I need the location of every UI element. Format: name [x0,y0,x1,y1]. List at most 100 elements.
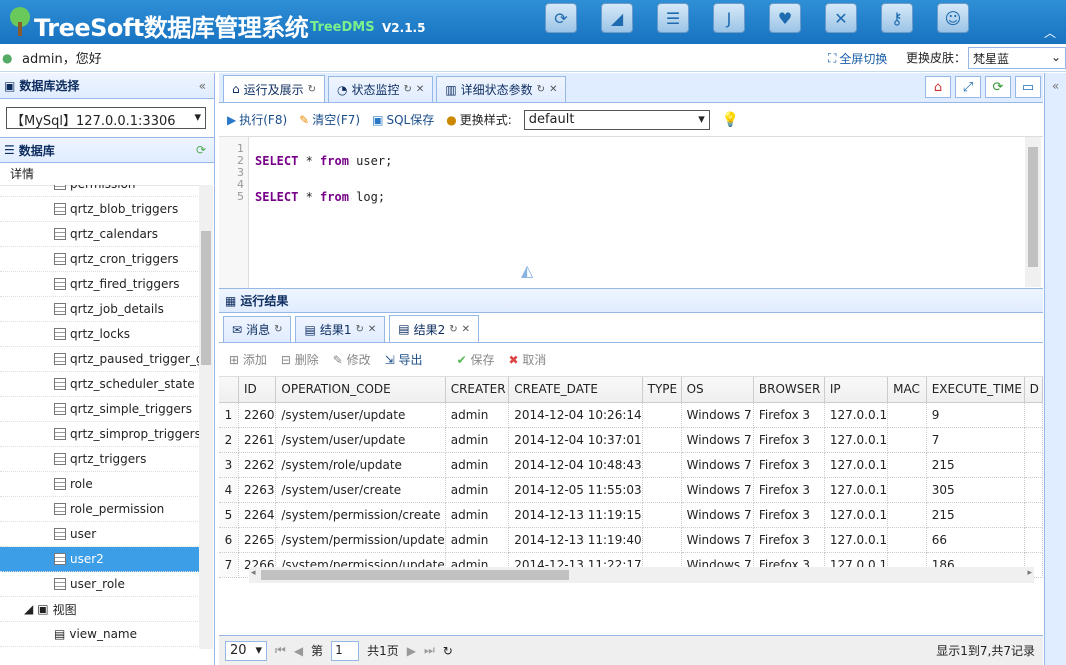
add-button[interactable]: ⊞ 添加 [229,351,267,368]
grid-scroll-thumb[interactable] [261,570,569,580]
tree-item-table[interactable]: qrtz_triggers [0,447,200,472]
table-cell[interactable]: 127.0.0.1 [824,477,889,503]
column-header[interactable]: BROWSER [753,377,825,403]
table-cell[interactable]: Windows 7 [681,402,754,428]
table-cell[interactable] [887,527,927,553]
column-header[interactable]: CREATER [445,377,510,403]
run-button[interactable]: ▶ 执行(F8) [227,111,287,128]
refresh-tree-icon[interactable]: ⟳ [196,143,206,157]
cancel-button[interactable]: ✖ 取消 [508,351,546,368]
first-page-icon[interactable]: ⏮ [275,643,286,658]
tree-item-table[interactable]: qrtz_blob_triggers [0,197,200,222]
save-sql-button[interactable]: ▣ SQL保存 [372,111,434,128]
tree-item-table[interactable]: qrtz_simprop_triggers [0,422,200,447]
close-icon[interactable]: ✕ [416,84,424,95]
table-cell[interactable] [1024,527,1043,553]
table-cell[interactable] [887,477,927,503]
table-cell[interactable]: Firefox 3 [753,477,825,503]
table-cell[interactable] [642,502,682,528]
detail-link[interactable]: 详情 [0,162,215,186]
tree-item-table[interactable]: role_permission [0,497,200,522]
table-cell[interactable] [887,427,927,453]
table-cell[interactable]: Firefox 3 [753,527,825,553]
tree-item-table[interactable]: user [0,522,200,547]
collapse-header-icon[interactable]: ︿ [1044,24,1056,41]
refresh-tab-icon[interactable]: ↻ [308,84,316,95]
table-cell[interactable]: Windows 7 [681,527,754,553]
tree-item-view[interactable]: ▤ view_name [0,622,200,647]
table-cell[interactable] [642,402,682,428]
table-cell[interactable]: 2014-12-04 10:26:14 [508,402,643,428]
page-input[interactable]: 1 [331,640,360,661]
table-cell[interactable]: Windows 7 [681,427,754,453]
table-cell[interactable]: /system/permission/update [275,527,446,553]
close-icon[interactable]: ✕ [549,84,557,95]
table-cell[interactable]: 66 [926,527,1025,553]
table-cell[interactable]: Windows 7 [681,502,754,528]
table-cell[interactable] [1024,502,1043,528]
save-button[interactable]: ✔ 保存 [457,351,495,368]
table-row[interactable]: 3 2262/system/role/update admin 2014-12-04 … [219,452,1043,478]
table-cell[interactable]: 2265 [238,527,277,553]
tree-folder-views[interactable]: ◢ ▣ 视图 [0,597,200,622]
table-cell[interactable]: 127.0.0.1 [824,452,889,478]
skin-select[interactable]: 梵星蓝 ⌄ [968,47,1066,69]
refresh-icon[interactable]: ⟳ [545,3,577,33]
collapse-left-icon[interactable]: « [199,79,206,93]
refresh-tab-icon[interactable]: ↻ [355,324,363,335]
last-page-icon[interactable]: ⏭ [424,643,435,658]
table-cell[interactable]: /system/permission/create [275,502,446,528]
table-cell[interactable]: 7 [926,427,1025,453]
table-cell[interactable]: Firefox 3 [753,402,825,428]
maximize-icon[interactable]: ⤢ [955,76,981,98]
tab-params[interactable]: ▥ 详细状态参数 ↻ ✕ [436,76,567,102]
table-cell[interactable] [1024,477,1043,503]
table-cell[interactable]: 9 [926,402,1025,428]
table-cell[interactable] [1024,402,1043,428]
tab-run[interactable]: ⌂ 运行及展示 ↻ [223,75,326,102]
table-cell[interactable]: 3 [219,452,239,478]
tree-item-table[interactable]: qrtz_locks [0,322,200,347]
refresh-tab-icon[interactable]: ↻ [537,84,545,95]
tree-item-table[interactable]: qrtz_cron_triggers [0,247,200,272]
table-cell[interactable]: 2264 [238,502,277,528]
table-cell[interactable]: admin [445,527,510,553]
reload-icon[interactable]: ↻ [443,644,453,658]
table-cell[interactable]: /system/user/create [275,477,446,503]
tree-item-table[interactable]: user_role [0,572,200,597]
column-header[interactable]: MAC [887,377,927,403]
table-cell[interactable]: 6 [219,527,239,553]
tree-item-table[interactable]: qrtz_fired_triggers [0,272,200,297]
table-cell[interactable] [642,477,682,503]
table-cell[interactable]: admin [445,427,510,453]
close-icon[interactable]: ✕ [462,324,470,335]
table-cell[interactable]: /system/user/update [275,427,446,453]
table-cell[interactable]: 215 [926,502,1025,528]
table-cell[interactable]: 2260 [238,402,277,428]
tools-icon[interactable]: ✕ [825,3,857,33]
table-cell[interactable]: /system/role/update [275,452,446,478]
table-cell[interactable] [887,402,927,428]
db-connection-select[interactable]: 【MySql】127.0.0.1:3306 ▾ [6,107,206,129]
table-row[interactable]: 1 2260/system/user/update admin 2014-12-04 … [219,402,1043,428]
table-cell[interactable]: 2014-12-04 10:37:01 [508,427,643,453]
table-cell[interactable]: 4 [219,477,239,503]
grid-h-scrollbar[interactable]: ◂ ▸ [249,567,1034,583]
table-cell[interactable]: 127.0.0.1 [824,527,889,553]
user-icon[interactable]: ☺ [937,3,969,33]
table-cell[interactable]: 215 [926,452,1025,478]
column-header[interactable]: CREATE_DATE [508,377,643,403]
tree-item-table[interactable]: qrtz_job_details [0,297,200,322]
table-cell[interactable]: Firefox 3 [753,427,825,453]
table-cell[interactable]: Windows 7 [681,477,754,503]
table-cell[interactable]: 305 [926,477,1025,503]
next-page-icon[interactable]: ▶ [407,644,416,658]
tree-item-table[interactable]: permission [0,185,200,197]
close-icon[interactable]: ✕ [368,324,376,335]
table-cell[interactable]: Windows 7 [681,452,754,478]
table-cell[interactable] [887,502,927,528]
table-cell[interactable]: admin [445,477,510,503]
sql-editor[interactable]: 12345 SELECT * from user; SELECT * from l… [219,137,1043,289]
refresh-tab-icon[interactable]: ↻ [274,324,282,335]
tree-scrollbar[interactable] [199,185,213,649]
